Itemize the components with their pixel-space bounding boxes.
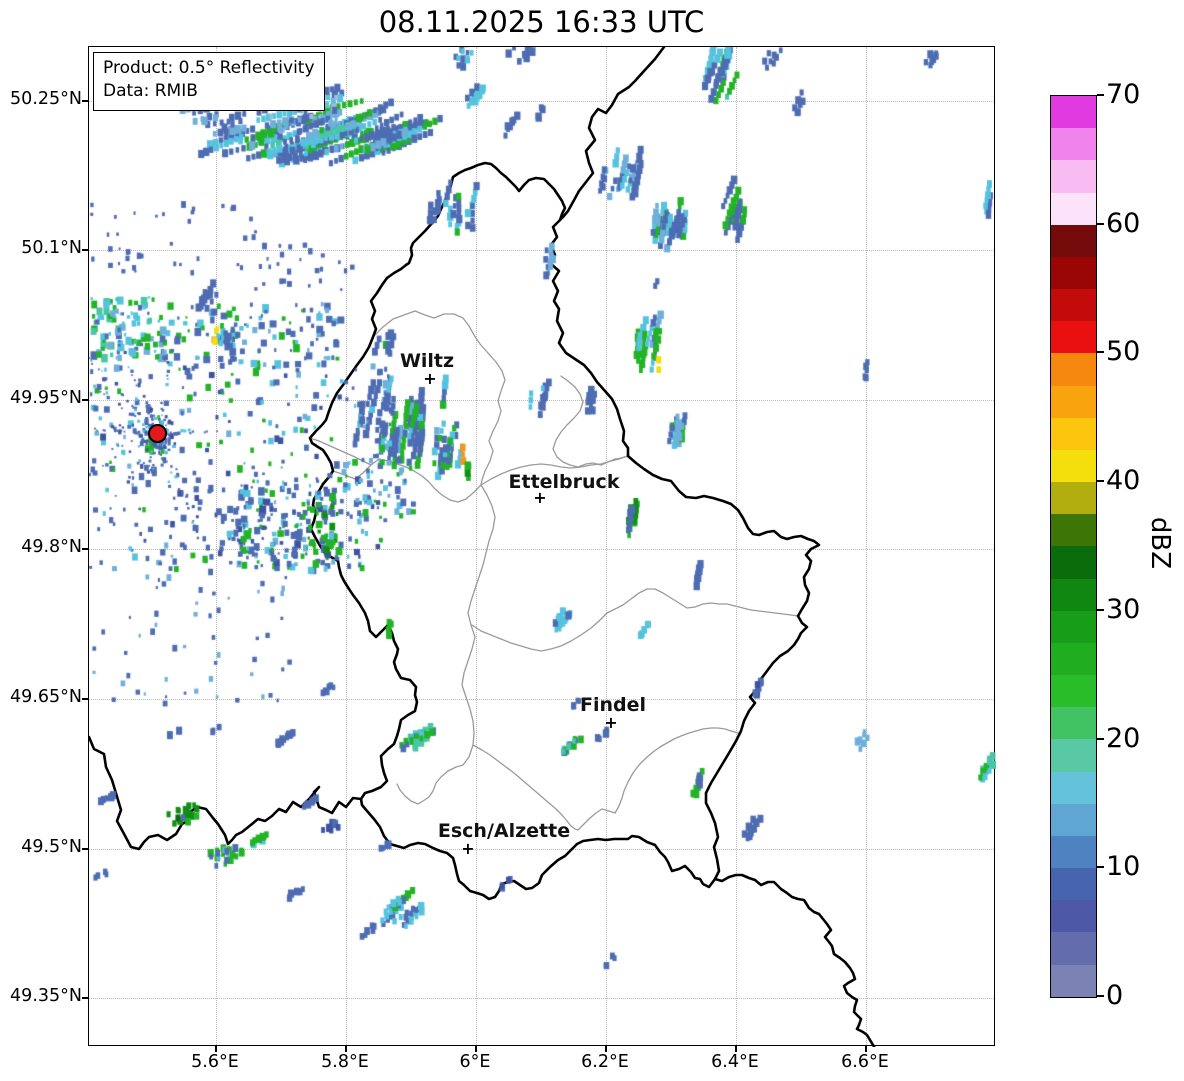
y-axis-tick-label: 50.25°N: [10, 89, 82, 109]
y-axis-tick-label: 50.1°N: [21, 238, 82, 258]
colorbar-tick-label: 70: [1106, 79, 1141, 110]
x-axis-tick-label: 6.6°E: [841, 1052, 889, 1072]
colorbar-segment: [1051, 353, 1096, 386]
colorbar-segment: [1051, 514, 1096, 547]
colorbar-segment: [1051, 289, 1096, 322]
x-axis-tick-mark: [605, 1046, 607, 1052]
y-axis-tick-label: 49.65°N: [10, 687, 82, 707]
y-axis-tick-mark: [82, 100, 88, 102]
colorbar-tick-mark: [1097, 480, 1104, 482]
colorbar-segment: [1051, 610, 1096, 643]
y-axis-tick-mark: [82, 698, 88, 700]
colorbar-segment: [1051, 964, 1096, 997]
x-axis-tick-label: 5.8°E: [321, 1052, 369, 1072]
colorbar-segment: [1051, 835, 1096, 869]
colorbar-segment: [1051, 642, 1096, 676]
colorbar-segment: [1051, 707, 1096, 740]
y-axis-tick-label: 49.8°N: [21, 537, 82, 557]
colorbar-segment: [1051, 739, 1096, 772]
colorbar: [1050, 95, 1097, 998]
y-axis-tick-mark: [82, 548, 88, 550]
radar-map-page: { "title": "08.11.2025 16:33 UTC", "info…: [0, 0, 1184, 1081]
colorbar-segment: [1051, 546, 1096, 579]
city-marker: +: [604, 713, 618, 732]
colorbar-segment: [1051, 449, 1096, 483]
radar-site-marker: [148, 424, 167, 443]
colorbar-tick-label: 60: [1106, 208, 1141, 239]
colorbar-segment: [1051, 128, 1096, 161]
radar-echo-layer: [89, 47, 996, 1047]
colorbar-segment: [1051, 771, 1096, 804]
colorbar-segment: [1051, 868, 1096, 901]
colorbar-segment: [1051, 803, 1096, 836]
city-marker: +: [423, 369, 437, 388]
colorbar-segment: [1051, 96, 1096, 129]
colorbar-segment: [1051, 321, 1096, 354]
y-axis-tick-mark: [82, 997, 88, 999]
colorbar-segment: [1051, 417, 1096, 450]
map-plot-area: Wiltz + Ettelbruck + Findel + Esch/Alzette +: [88, 46, 996, 1047]
colorbar-tick-mark: [1097, 351, 1104, 353]
y-axis-tick-mark: [82, 399, 88, 401]
colorbar-tick-label: 50: [1106, 336, 1141, 367]
colorbar-segment: [1051, 932, 1096, 965]
colorbar-tick-mark: [1097, 609, 1104, 611]
colorbar-tick-mark: [1097, 995, 1104, 997]
city-marker: +: [461, 839, 475, 858]
x-axis-tick-mark: [735, 1046, 737, 1052]
x-axis-tick-mark: [345, 1046, 347, 1052]
data-source-line: Data: RMIB: [103, 81, 198, 102]
y-axis-tick-mark: [82, 249, 88, 251]
x-axis-tick-mark: [865, 1046, 867, 1052]
x-axis-tick-label: 6.4°E: [711, 1052, 759, 1072]
colorbar-tick-mark: [1097, 223, 1104, 225]
colorbar-segment: [1051, 256, 1096, 290]
x-axis-tick-mark: [475, 1046, 477, 1052]
x-axis-tick-label: 6°E: [459, 1052, 491, 1072]
x-axis-tick-mark: [215, 1046, 217, 1052]
colorbar-tick-label: 40: [1106, 465, 1141, 496]
city-marker: +: [533, 488, 547, 507]
page-title: 08.11.2025 16:33 UTC: [378, 5, 705, 39]
colorbar-tick-label: 30: [1106, 594, 1141, 625]
colorbar-tick-label: 0: [1106, 980, 1124, 1011]
colorbar-segment: [1051, 192, 1096, 225]
colorbar-segment: [1051, 482, 1096, 515]
y-axis-tick-label: 49.95°N: [10, 388, 82, 408]
y-axis-tick-mark: [82, 848, 88, 850]
product-info-box: Product: 0.5° Reflectivity Data: RMIB: [93, 52, 325, 111]
colorbar-segment: [1051, 900, 1096, 933]
colorbar-tick-label: 20: [1106, 723, 1141, 754]
colorbar-segment: [1051, 224, 1096, 257]
product-info-line: Product: 0.5° Reflectivity: [103, 58, 315, 78]
colorbar-segment: [1051, 675, 1096, 708]
colorbar-tick-mark: [1097, 866, 1104, 868]
colorbar-tick-mark: [1097, 738, 1104, 740]
colorbar-tick-label: 10: [1106, 851, 1141, 882]
y-axis-tick-label: 49.5°N: [21, 837, 82, 857]
x-axis-tick-label: 6.2°E: [581, 1052, 629, 1072]
colorbar-segment: [1051, 385, 1096, 418]
city-label: Esch/Alzette: [437, 820, 571, 842]
colorbar-unit-label: dBZ: [1145, 516, 1175, 570]
x-axis-tick-label: 5.6°E: [191, 1052, 239, 1072]
y-axis-tick-label: 49.35°N: [10, 986, 82, 1006]
colorbar-segment: [1051, 578, 1096, 611]
city-label: Ettelbruck: [508, 471, 620, 493]
colorbar-segment: [1051, 160, 1096, 193]
colorbar-tick-mark: [1097, 94, 1104, 96]
